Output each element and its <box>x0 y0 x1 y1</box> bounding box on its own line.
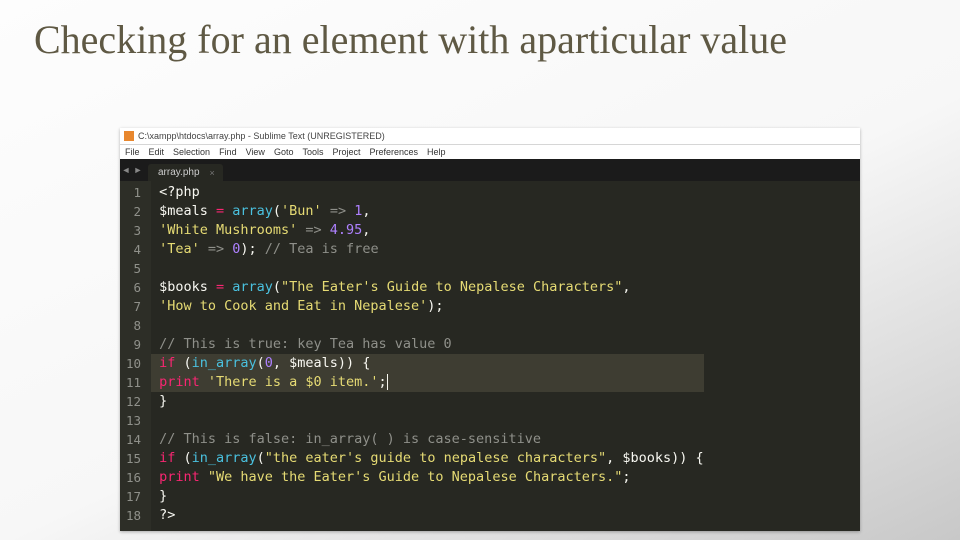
code-line: ?> <box>159 506 704 525</box>
tab-label: array.php <box>158 167 200 178</box>
code-content[interactable]: <?php$meals = array('Bun' => 1,'White Mu… <box>151 181 710 531</box>
line-number: 6 <box>126 278 141 297</box>
code-line: if (in_array("the eater's guide to nepal… <box>159 449 704 468</box>
nav-forward-icon[interactable]: ► <box>132 165 144 175</box>
menu-item-edit[interactable]: Edit <box>149 147 165 157</box>
code-line <box>159 316 704 335</box>
slide-title: Checking for an element with aparticular… <box>0 0 960 69</box>
window-title-text: C:\xampp\htdocs\array.php - Sublime Text… <box>138 131 385 141</box>
line-number: 2 <box>126 202 141 221</box>
menu-item-project[interactable]: Project <box>332 147 360 157</box>
line-number: 15 <box>126 449 141 468</box>
line-number: 17 <box>126 487 141 506</box>
line-number: 5 <box>126 259 141 278</box>
window-titlebar: C:\xampp\htdocs\array.php - Sublime Text… <box>120 128 860 145</box>
code-line: print "We have the Eater's Guide to Nepa… <box>159 468 704 487</box>
code-area: 123456789101112131415161718 <?php$meals … <box>120 181 860 531</box>
line-number: 10 <box>126 354 141 373</box>
app-icon <box>124 131 134 141</box>
slide: Checking for an element with aparticular… <box>0 0 960 540</box>
line-number: 13 <box>126 411 141 430</box>
menu-item-find[interactable]: Find <box>219 147 237 157</box>
file-tab[interactable]: array.php × <box>148 164 223 181</box>
line-number: 8 <box>126 316 141 335</box>
close-icon[interactable]: × <box>210 168 215 178</box>
line-number: 16 <box>126 468 141 487</box>
code-line: // This is false: in_array( ) is case-se… <box>159 430 704 449</box>
menu-item-help[interactable]: Help <box>427 147 446 157</box>
line-number: 12 <box>126 392 141 411</box>
tab-bar: ◄ ► array.php × <box>120 159 860 181</box>
code-line: if (in_array(0, $meals)) { <box>159 354 704 373</box>
line-number: 3 <box>126 221 141 240</box>
line-number: 1 <box>126 183 141 202</box>
menu-item-selection[interactable]: Selection <box>173 147 210 157</box>
code-line: 'How to Cook and Eat in Nepalese'); <box>159 297 704 316</box>
code-line: <?php <box>159 183 704 202</box>
line-number: 7 <box>126 297 141 316</box>
line-number: 4 <box>126 240 141 259</box>
menu-item-preferences[interactable]: Preferences <box>369 147 418 157</box>
menu-item-goto[interactable]: Goto <box>274 147 294 157</box>
code-line: } <box>159 392 704 411</box>
nav-back-icon[interactable]: ◄ <box>120 165 132 175</box>
code-line: 'Tea' => 0); // Tea is free <box>159 240 704 259</box>
code-line: 'White Mushrooms' => 4.95, <box>159 221 704 240</box>
line-number: 14 <box>126 430 141 449</box>
menu-item-file[interactable]: File <box>125 147 140 157</box>
code-line: print 'There is a $0 item.';​ <box>159 373 704 392</box>
editor-window: C:\xampp\htdocs\array.php - Sublime Text… <box>120 128 860 531</box>
menu-bar[interactable]: File Edit Selection Find View Goto Tools Projec… <box>120 145 860 159</box>
menu-item-view[interactable]: View <box>246 147 265 157</box>
code-line: // This is true: key Tea has value 0 <box>159 335 704 354</box>
code-line: } <box>159 487 704 506</box>
menu-item-tools[interactable]: Tools <box>302 147 323 157</box>
code-line: $books = array("The Eater's Guide to Nep… <box>159 278 704 297</box>
code-line: $meals = array('Bun' => 1, <box>159 202 704 221</box>
code-line <box>159 411 704 430</box>
line-number: 9 <box>126 335 141 354</box>
line-number: 11 <box>126 373 141 392</box>
line-number-gutter: 123456789101112131415161718 <box>120 181 151 531</box>
line-number: 18 <box>126 506 141 525</box>
code-line <box>159 259 704 278</box>
